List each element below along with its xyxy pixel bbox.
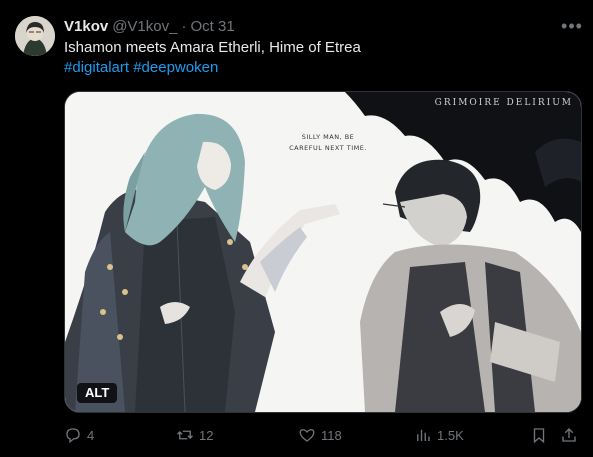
reply-button[interactable]: 4 — [64, 426, 94, 444]
hashtag-digitalart[interactable]: #digitalart — [64, 59, 129, 76]
separator: · — [181, 17, 187, 35]
tweet[interactable]: V1kov @V1kov_ · Oct 31 ••• Ishamon meets… — [0, 0, 593, 457]
display-name[interactable]: V1kov — [64, 18, 108, 35]
timestamp[interactable]: Oct 31 — [190, 18, 234, 35]
like-count: 118 — [321, 427, 342, 443]
reply-icon — [66, 428, 80, 444]
retweet-button[interactable]: 12 — [176, 426, 213, 444]
views-chart-icon — [417, 429, 430, 441]
retweet-icon — [177, 430, 193, 440]
heart-icon — [299, 429, 315, 442]
speech-bubble: SILLY MAN, BE CAREFUL NEXT TIME. — [283, 132, 373, 154]
hashtag-deepwoken[interactable]: #deepwoken — [133, 59, 218, 76]
reply-count: 4 — [87, 427, 95, 443]
watermark: GRIMOIRE DELIRIUM — [434, 98, 573, 108]
tweet-text: Ishamon meets Amara Etherli, Hime of Etr… — [64, 38, 564, 78]
tweet-actions: 4 12 118 1.5K — [64, 424, 580, 446]
retweet-count: 12 — [199, 427, 214, 443]
share-button[interactable] — [560, 426, 578, 444]
speech-line: CAREFUL NEXT TIME. — [289, 144, 367, 152]
more-dots-icon[interactable]: ••• — [558, 14, 586, 38]
alt-button[interactable]: ALT — [77, 383, 118, 403]
share-icon — [562, 428, 576, 442]
tweet-text-line: Ishamon meets Amara Etherli, Hime of Etr… — [64, 39, 361, 56]
views-button[interactable]: 1.5K — [414, 426, 464, 444]
views-count: 1.5K — [437, 427, 464, 443]
tweet-header: V1kov @V1kov_ · Oct 31 — [64, 16, 235, 36]
like-button[interactable]: 118 — [298, 426, 342, 444]
speech-line: SILLY MAN, BE — [301, 133, 355, 141]
bookmark-icon — [533, 428, 545, 444]
avatar[interactable] — [15, 16, 55, 56]
tweet-media-image[interactable]: GRIMOIRE DELIRIUM SILLY MAN, BE CAREFUL … — [64, 91, 582, 413]
bookmark-button[interactable] — [530, 426, 548, 444]
handle[interactable]: @V1kov_ — [112, 18, 177, 35]
